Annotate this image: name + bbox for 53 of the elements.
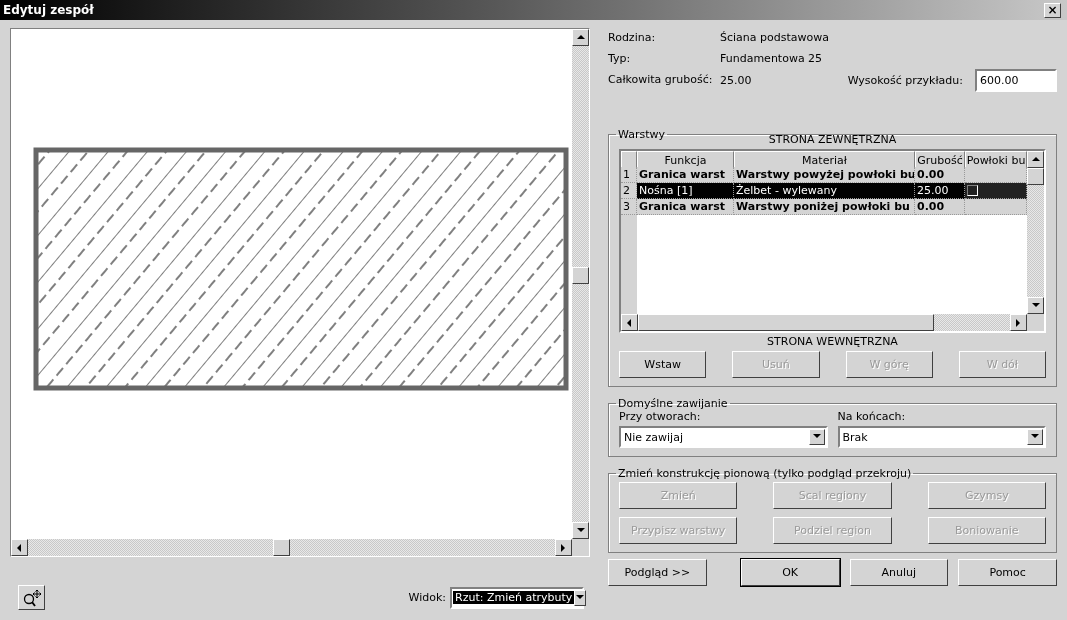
magnifier-move-icon: [21, 588, 42, 607]
scrollbar-thumb[interactable]: [1027, 168, 1044, 185]
info-label: Typ:: [608, 52, 632, 65]
dialog-button[interactable]: Podgląd >>: [608, 559, 707, 586]
info-value: Fundamentowa 25: [720, 52, 824, 65]
wrapping-dropdown[interactable]: Nie zawijaj: [619, 426, 828, 448]
table-cell[interactable]: Żelbet - wylewany: [734, 183, 915, 199]
info-value: Ściana podstawowa: [720, 31, 830, 44]
horizontal-scrollbar[interactable]: [11, 539, 572, 556]
vertical-scrollbar[interactable]: [572, 29, 589, 539]
scrollbar-corner: [1027, 314, 1044, 331]
info-label: Rodzina:: [608, 31, 657, 44]
checkbox[interactable]: [967, 185, 978, 196]
field-label: Na końcach:: [837, 410, 907, 423]
table-cell[interactable]: Nośna [1]: [637, 183, 734, 199]
interior-side-caption: STRONA WEWNĘTRZNA: [767, 334, 898, 350]
group-title: Warstwy: [617, 128, 666, 141]
dialog-button[interactable]: OK: [740, 559, 840, 586]
row-number: 1: [621, 167, 637, 183]
wrapping-dropdown[interactable]: Brak: [837, 426, 1046, 448]
exterior-side-caption: STRONA ZEWNĘTRZNA: [768, 132, 897, 148]
table-cell[interactable]: 0.00: [915, 199, 965, 215]
zoom-pan-button[interactable]: [18, 585, 45, 610]
table-cell[interactable]: Granica warst: [637, 167, 734, 183]
scrollbar-thumb[interactable]: [638, 314, 934, 331]
info-value: 25.00: [720, 74, 752, 87]
sample-height-field[interactable]: 600.00: [975, 69, 1057, 92]
scrollbar-thumb[interactable]: [273, 539, 290, 556]
table-cell[interactable]: 0.00: [915, 167, 965, 183]
row-number: 2: [621, 183, 637, 199]
table-cell[interactable]: [965, 199, 1027, 215]
table-cell[interactable]: Warstwy poniżej powłoki bu: [734, 199, 915, 215]
row-number: 3: [621, 199, 637, 215]
view-dropdown[interactable]: Rzut: Zmień atrybuty: [450, 586, 584, 609]
view-label: Widok:: [408, 591, 446, 604]
table-cell[interactable]: 25.00: [915, 183, 965, 199]
group-title: Zmień konstrukcję pionową (tylko podgląd przekroju): [617, 467, 913, 480]
dialog-button[interactable]: Pomoc: [958, 559, 1057, 586]
dialog-button[interactable]: Anuluj: [849, 559, 949, 586]
table-cell[interactable]: [965, 183, 1027, 199]
layer-button[interactable]: Wstaw: [619, 351, 707, 378]
info-label: Całkowita grubość:: [608, 73, 714, 88]
group-title: Domyślne zawijanie: [617, 397, 729, 410]
table-cell[interactable]: Warstwy powyżej powłoki bu: [734, 167, 915, 183]
scrollbar-thumb[interactable]: [572, 267, 589, 284]
close-button[interactable]: ×: [1044, 2, 1061, 18]
field-label: Przy otworach:: [619, 410, 702, 423]
window-title: Edytuj zespół: [3, 3, 94, 17]
table-cell[interactable]: Granica warst: [637, 199, 734, 215]
table-cell[interactable]: [965, 167, 1027, 183]
vertical-scrollbar[interactable]: [1027, 151, 1044, 314]
horizontal-scrollbar[interactable]: [621, 314, 1027, 331]
sample-height-label: Wysokość przykładu:: [847, 74, 963, 87]
